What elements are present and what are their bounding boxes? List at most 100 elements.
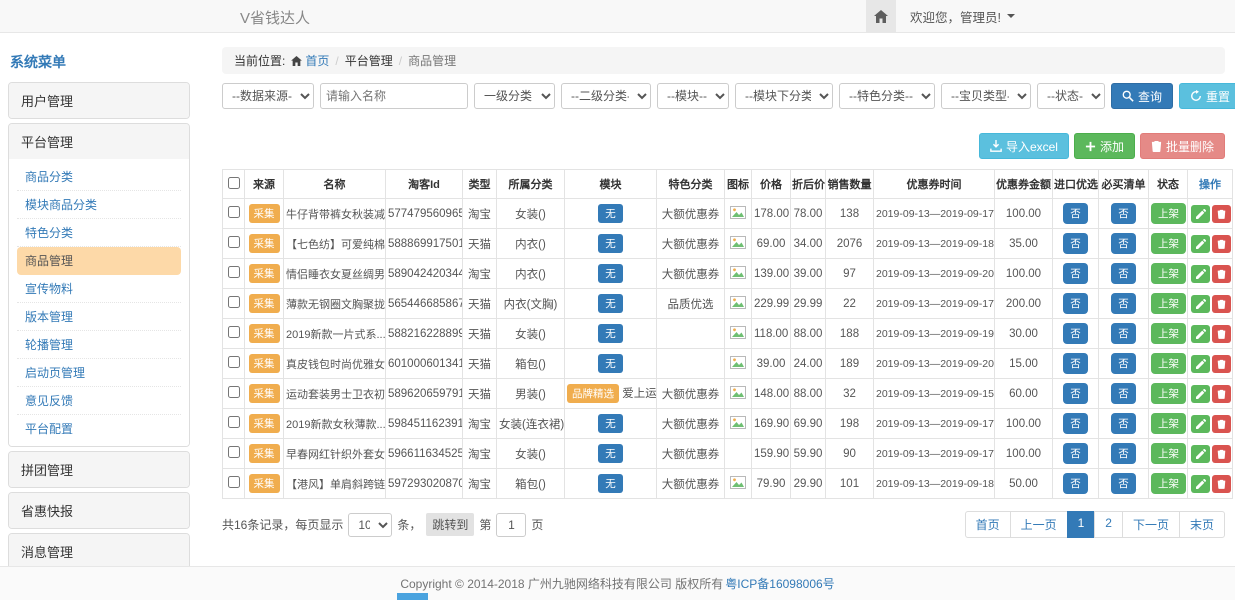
import-select-toggle[interactable]: 否 <box>1063 443 1088 464</box>
page-last[interactable]: 末页 <box>1179 511 1225 538</box>
edit-button[interactable] <box>1191 325 1210 343</box>
sidebar-item[interactable]: 商品分类 <box>17 163 181 191</box>
edit-button[interactable] <box>1191 415 1210 433</box>
page-next[interactable]: 下一页 <box>1122 511 1180 538</box>
select-all-checkbox[interactable] <box>228 177 240 189</box>
must-buy-toggle[interactable]: 否 <box>1111 203 1136 224</box>
import-select-toggle[interactable]: 否 <box>1063 293 1088 314</box>
sidebar-item[interactable]: 特色分类 <box>17 219 181 247</box>
delete-button[interactable] <box>1212 295 1231 313</box>
row-checkbox[interactable] <box>228 386 240 398</box>
edit-button[interactable] <box>1191 385 1210 403</box>
row-checkbox[interactable] <box>228 326 240 338</box>
must-buy-toggle[interactable]: 否 <box>1111 383 1136 404</box>
add-button[interactable]: 添加 <box>1074 133 1135 159</box>
delete-button[interactable] <box>1212 415 1231 433</box>
import-select-toggle[interactable]: 否 <box>1063 263 1088 284</box>
page-size-select[interactable]: 10 <box>348 513 392 537</box>
row-checkbox[interactable] <box>228 446 240 458</box>
edit-button[interactable] <box>1191 355 1210 373</box>
reset-button[interactable]: 重置 <box>1179 83 1235 109</box>
import-select-toggle[interactable]: 否 <box>1063 323 1088 344</box>
status-toggle[interactable]: 上架 <box>1151 353 1186 374</box>
page-number[interactable]: 1 <box>1067 511 1096 538</box>
status-toggle[interactable]: 上架 <box>1151 263 1186 284</box>
jump-button[interactable]: 跳转到 <box>426 513 474 536</box>
must-buy-toggle[interactable]: 否 <box>1111 353 1136 374</box>
filter-select-level2-category[interactable]: --二级分类-- <box>561 83 651 109</box>
icp-link[interactable]: 粤ICP备16098006号 <box>725 575 834 592</box>
must-buy-toggle[interactable]: 否 <box>1111 443 1136 464</box>
sidebar-item[interactable]: 轮播管理 <box>17 331 181 359</box>
delete-button[interactable] <box>1212 355 1231 373</box>
jump-page-input[interactable] <box>496 513 526 537</box>
import-select-toggle[interactable]: 否 <box>1063 203 1088 224</box>
filter-select-item-type[interactable]: --宝贝类型-- <box>941 83 1031 109</box>
row-checkbox[interactable] <box>228 206 240 218</box>
filter-select-feature-category[interactable]: --特色分类-- <box>839 83 935 109</box>
status-toggle[interactable]: 上架 <box>1151 413 1186 434</box>
row-checkbox[interactable] <box>228 476 240 488</box>
search-button[interactable]: 查询 <box>1111 83 1173 109</box>
edit-button[interactable] <box>1191 235 1210 253</box>
status-toggle[interactable]: 上架 <box>1151 293 1186 314</box>
import-excel-button[interactable]: 导入excel <box>979 133 1069 159</box>
status-toggle[interactable]: 上架 <box>1151 383 1186 404</box>
breadcrumb-home-link[interactable]: 首页 <box>291 52 329 69</box>
edit-button[interactable] <box>1191 265 1210 283</box>
page-prev[interactable]: 上一页 <box>1010 511 1068 538</box>
breadcrumb-item-platform[interactable]: 平台管理 <box>345 52 393 69</box>
row-checkbox[interactable] <box>228 416 240 428</box>
sidebar-section-header[interactable]: 平台管理 <box>9 124 189 159</box>
status-toggle[interactable]: 上架 <box>1151 473 1186 494</box>
name-search-input[interactable] <box>320 83 468 109</box>
sidebar-item[interactable]: 启动页管理 <box>17 359 181 387</box>
must-buy-toggle[interactable]: 否 <box>1111 323 1136 344</box>
status-toggle[interactable]: 上架 <box>1151 443 1186 464</box>
status-toggle[interactable]: 上架 <box>1151 323 1186 344</box>
row-checkbox[interactable] <box>228 296 240 308</box>
user-menu[interactable]: 欢迎您，管理员! <box>896 7 1029 26</box>
filter-select-module-subcategory[interactable]: --模块下分类-- <box>735 83 833 109</box>
sidebar-section-header[interactable]: 拼团管理 <box>9 452 189 487</box>
import-select-toggle[interactable]: 否 <box>1063 473 1088 494</box>
row-checkbox[interactable] <box>228 236 240 248</box>
filter-select-data-source[interactable]: --数据来源-- <box>222 83 314 109</box>
sidebar-item[interactable]: 平台配置 <box>17 415 181 442</box>
page-number[interactable]: 2 <box>1094 511 1123 538</box>
sidebar-section-header[interactable]: 省惠快报 <box>9 493 189 528</box>
filter-select-module[interactable]: --模块-- <box>657 83 729 109</box>
delete-button[interactable] <box>1212 475 1231 493</box>
import-select-toggle[interactable]: 否 <box>1063 353 1088 374</box>
edit-button[interactable] <box>1191 475 1210 493</box>
must-buy-toggle[interactable]: 否 <box>1111 263 1136 284</box>
filter-select-level1-category[interactable]: 一级分类 <box>474 83 555 109</box>
delete-button[interactable] <box>1212 445 1231 463</box>
filter-select-status[interactable]: --状态-- <box>1037 83 1105 109</box>
sidebar-item[interactable]: 版本管理 <box>17 303 181 331</box>
import-select-toggle[interactable]: 否 <box>1063 233 1088 254</box>
status-toggle[interactable]: 上架 <box>1151 203 1186 224</box>
batch-delete-button[interactable]: 批量删除 <box>1140 133 1225 159</box>
import-select-toggle[interactable]: 否 <box>1063 383 1088 404</box>
must-buy-toggle[interactable]: 否 <box>1111 413 1136 434</box>
sidebar-section-header[interactable]: 消息管理 <box>9 534 189 566</box>
import-select-toggle[interactable]: 否 <box>1063 413 1088 434</box>
sidebar-section-header[interactable]: 用户管理 <box>9 83 189 118</box>
must-buy-toggle[interactable]: 否 <box>1111 293 1136 314</box>
sidebar-item[interactable]: 意见反馈 <box>17 387 181 415</box>
edit-button[interactable] <box>1191 205 1210 223</box>
sidebar-item[interactable]: 模块商品分类 <box>17 191 181 219</box>
delete-button[interactable] <box>1212 265 1231 283</box>
edit-button[interactable] <box>1191 445 1210 463</box>
delete-button[interactable] <box>1212 385 1231 403</box>
page-first[interactable]: 首页 <box>965 511 1011 538</box>
row-checkbox[interactable] <box>228 356 240 368</box>
row-checkbox[interactable] <box>228 266 240 278</box>
delete-button[interactable] <box>1212 235 1231 253</box>
home-button[interactable] <box>866 0 896 32</box>
sidebar-item[interactable]: 宣传物料 <box>17 275 181 303</box>
edit-button[interactable] <box>1191 295 1210 313</box>
must-buy-toggle[interactable]: 否 <box>1111 473 1136 494</box>
must-buy-toggle[interactable]: 否 <box>1111 233 1136 254</box>
